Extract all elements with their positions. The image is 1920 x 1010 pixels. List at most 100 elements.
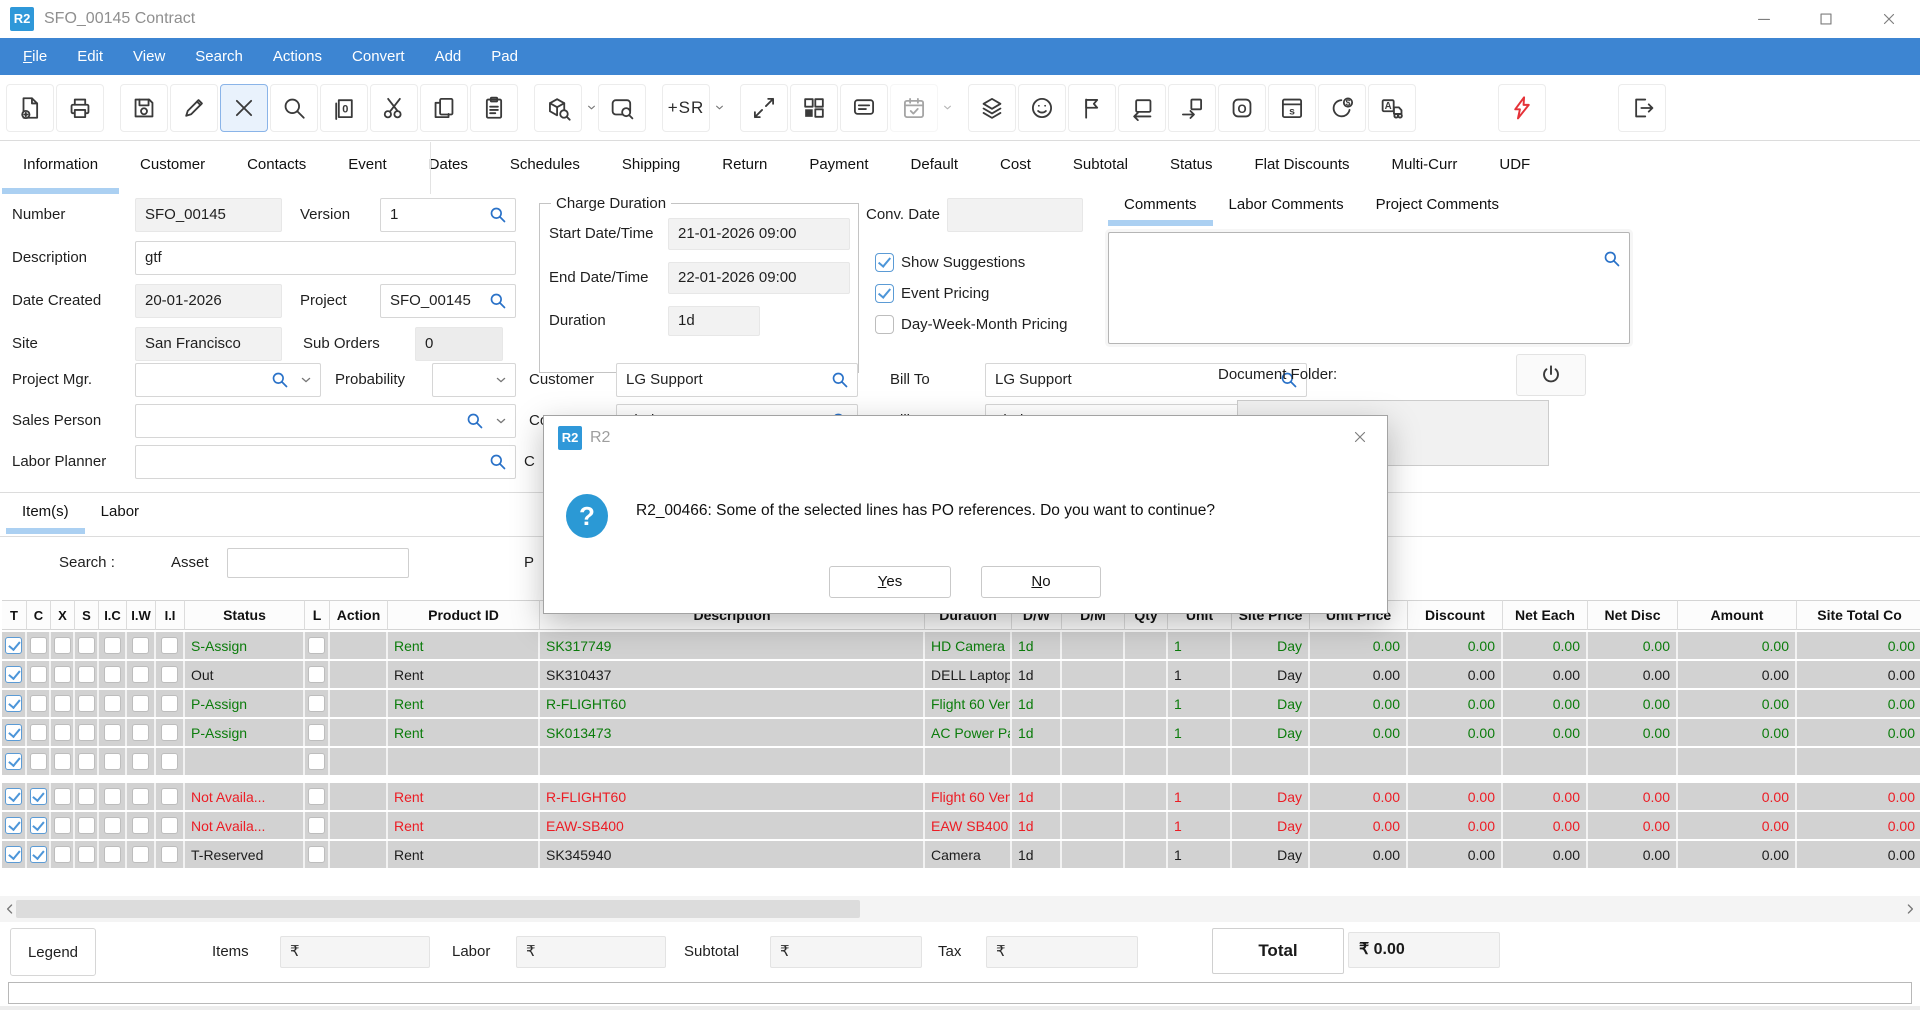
t-checkbox[interactable] [5, 695, 22, 712]
project-mgr-search-icon[interactable] [270, 370, 290, 390]
c-checkbox[interactable] [30, 666, 47, 683]
s-checkbox[interactable] [78, 637, 95, 654]
tab-return[interactable]: Return [701, 142, 788, 194]
version-field[interactable]: 1 [380, 198, 516, 232]
tab-cost[interactable]: Cost [979, 142, 1052, 194]
column-header-amount[interactable]: Amount [1678, 600, 1797, 630]
labor-planner-field[interactable] [135, 445, 516, 479]
tab-information[interactable]: Information [2, 142, 119, 194]
s-checkbox[interactable] [78, 753, 95, 770]
menu-edit[interactable]: Edit [62, 38, 118, 75]
c-checkbox[interactable] [30, 846, 47, 863]
window-search-button[interactable] [598, 84, 646, 132]
ic-checkbox[interactable] [104, 788, 121, 805]
l-checkbox[interactable] [308, 666, 325, 683]
s-checkbox[interactable] [78, 724, 95, 741]
chevron-down-icon[interactable] [940, 85, 954, 131]
tab-payment[interactable]: Payment [788, 142, 889, 194]
menu-view[interactable]: View [118, 38, 180, 75]
column-header-x[interactable]: X [51, 600, 75, 630]
tab-event[interactable]: Event [327, 142, 407, 194]
l-checkbox[interactable] [308, 753, 325, 770]
ic-checkbox[interactable] [104, 846, 121, 863]
menu-file[interactable]: File [8, 38, 62, 75]
chevron-down-icon[interactable] [584, 85, 598, 131]
event-pricing-checkbox[interactable] [875, 284, 894, 303]
ii-checkbox[interactable] [161, 788, 178, 805]
column-header-site-total-co[interactable]: Site Total Co [1797, 600, 1920, 630]
chevron-down-icon[interactable] [493, 413, 509, 429]
l-checkbox[interactable] [308, 695, 325, 712]
number-field[interactable]: SFO_00145 [135, 198, 282, 232]
ii-checkbox[interactable] [161, 666, 178, 683]
t-checkbox[interactable] [5, 846, 22, 863]
tab-project-comments[interactable]: Project Comments [1360, 190, 1515, 226]
iw-checkbox[interactable] [132, 724, 149, 741]
sales-person-search-icon[interactable] [465, 411, 485, 431]
column-header-s[interactable]: S [75, 600, 99, 630]
s-checkbox[interactable] [78, 666, 95, 683]
site-field[interactable]: San Francisco [135, 327, 282, 361]
tab-item-s-[interactable]: Item(s) [6, 496, 85, 534]
column-header-product-id[interactable]: Product ID [388, 600, 540, 630]
table-row[interactable]: P-AssignRentSK013473AC Power Panel w/Dis… [2, 719, 1920, 746]
tiles-button[interactable] [790, 84, 838, 132]
ic-checkbox[interactable] [104, 753, 121, 770]
ic-checkbox[interactable] [104, 695, 121, 712]
table-row[interactable]: S-AssignRentSK317749HD Camera1d1Day0.000… [2, 632, 1920, 659]
minimize-button[interactable] [1733, 0, 1795, 38]
iw-checkbox[interactable] [132, 637, 149, 654]
column-header-c[interactable]: C [27, 600, 51, 630]
x-checkbox[interactable] [54, 788, 71, 805]
tab-schedules[interactable]: Schedules [489, 142, 601, 194]
ship-box-button[interactable] [1168, 84, 1216, 132]
tab-dates[interactable]: Dates [408, 142, 489, 194]
window-s-button[interactable]: s [1268, 84, 1316, 132]
scrollbar-thumb[interactable] [16, 900, 860, 918]
iw-checkbox[interactable] [132, 846, 149, 863]
sales-person-field[interactable] [135, 404, 516, 438]
t-checkbox[interactable] [5, 666, 22, 683]
iw-checkbox[interactable] [132, 695, 149, 712]
time-money-button[interactable]: $ [1318, 84, 1366, 132]
c-checkbox[interactable] [30, 788, 47, 805]
delete-button[interactable] [220, 84, 268, 132]
labor-planner-search-icon[interactable] [488, 452, 508, 472]
version-search-icon[interactable] [488, 205, 508, 225]
menu-pad[interactable]: Pad [476, 38, 533, 75]
asset-search-input[interactable] [227, 548, 409, 578]
return-box-button[interactable] [1118, 84, 1166, 132]
dialog-close-button[interactable] [1351, 428, 1371, 448]
zero-box-button[interactable]: O [1218, 84, 1266, 132]
iw-checkbox[interactable] [132, 817, 149, 834]
chevron-down-icon[interactable] [712, 85, 726, 131]
save-button[interactable] [120, 84, 168, 132]
ii-checkbox[interactable] [161, 846, 178, 863]
close-button[interactable] [1857, 0, 1920, 38]
x-checkbox[interactable] [54, 724, 71, 741]
comments-search-icon[interactable] [1602, 249, 1622, 269]
exit-button[interactable] [1618, 84, 1666, 132]
project-mgr-field[interactable] [135, 363, 321, 397]
conv-date-field[interactable] [947, 198, 1083, 232]
column-header-action[interactable]: Action [330, 600, 388, 630]
table-row[interactable]: P-AssignRentR-FLIGHT60Flight 60 Ventilat… [2, 690, 1920, 717]
horizontal-scrollbar[interactable] [0, 896, 1920, 922]
x-checkbox[interactable] [54, 753, 71, 770]
smiley-button[interactable] [1018, 84, 1066, 132]
iw-checkbox[interactable] [132, 788, 149, 805]
tab-labor-comments[interactable]: Labor Comments [1213, 190, 1360, 226]
column-header-l[interactable]: L [305, 600, 330, 630]
end-datetime-field[interactable]: 22-01-2026 09:00 [668, 262, 850, 294]
c-checkbox[interactable] [30, 753, 47, 770]
tab-comments[interactable]: Comments [1108, 190, 1213, 226]
column-header-i-c[interactable]: I.C [99, 600, 127, 630]
x-checkbox[interactable] [54, 695, 71, 712]
iw-checkbox[interactable] [132, 753, 149, 770]
probability-field[interactable] [432, 363, 516, 397]
project-field[interactable]: SFO_00145 [380, 284, 516, 318]
column-header-i-i[interactable]: I.I [156, 600, 185, 630]
copy-document-button[interactable]: 0 [320, 84, 368, 132]
paste-button[interactable] [470, 84, 518, 132]
print-button[interactable] [56, 84, 104, 132]
